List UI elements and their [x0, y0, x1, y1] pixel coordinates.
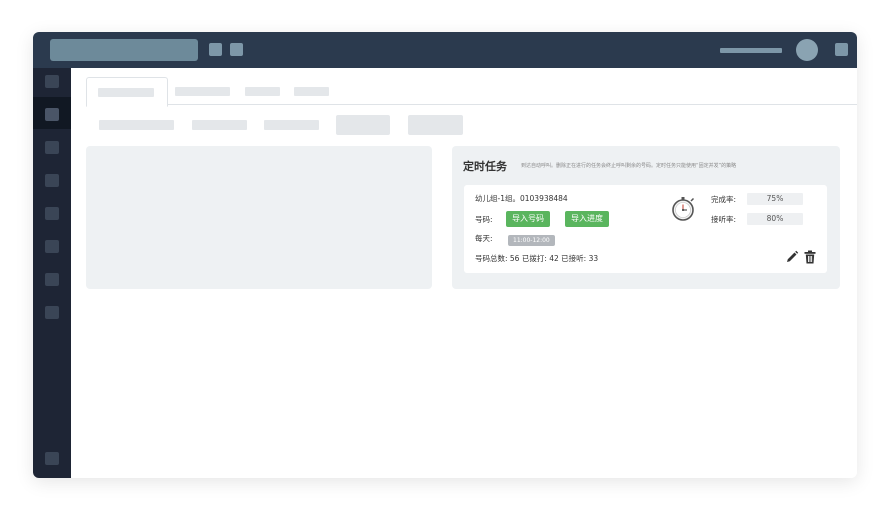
- tab-divider: [86, 104, 857, 105]
- panel-description: 到达自动呼叫。删除正在进行的任务会终止呼叫剩余的号码。定时任务只能使用“固定并发…: [521, 163, 737, 169]
- scheduled-task-panel: 定时任务 到达自动呼叫。删除正在进行的任务会终止呼叫剩余的号码。定时任务只能使用…: [452, 146, 840, 289]
- trash-icon[interactable]: [802, 249, 818, 265]
- filter-placeholder-3: [264, 120, 319, 130]
- sidebar-item-7[interactable]: [45, 273, 59, 286]
- search-bar-placeholder[interactable]: [50, 39, 198, 61]
- user-name-placeholder: [720, 48, 782, 53]
- panel-title: 定时任务: [463, 160, 507, 173]
- left-panel-placeholder: [86, 146, 432, 289]
- filter-placeholder-2: [192, 120, 247, 130]
- avatar[interactable]: [796, 39, 818, 61]
- tab-active-label-placeholder: [98, 88, 154, 97]
- import-progress-button[interactable]: 导入进度: [565, 211, 609, 227]
- task-name: 幼儿组-1组。0103938484: [475, 194, 568, 203]
- number-label: 号码:: [475, 215, 493, 224]
- time-range-badge: 11:00-12:00: [508, 235, 555, 246]
- tab-3[interactable]: [245, 87, 280, 96]
- tab-2[interactable]: [175, 87, 230, 96]
- pencil-icon[interactable]: [784, 249, 800, 265]
- tab-active[interactable]: [86, 77, 168, 107]
- top-bar: [33, 32, 857, 68]
- sidebar-item-3[interactable]: [45, 141, 59, 154]
- sidebar-item-1[interactable]: [45, 75, 59, 88]
- completion-rate-label: 完成率:: [711, 195, 737, 204]
- sidebar: [33, 68, 71, 478]
- filter-button-2[interactable]: [408, 115, 463, 135]
- sidebar-item-6[interactable]: [45, 240, 59, 253]
- sidebar-item-5[interactable]: [45, 207, 59, 220]
- filter-placeholder-1: [99, 120, 174, 130]
- sidebar-item-8[interactable]: [45, 306, 59, 319]
- sidebar-item-4[interactable]: [45, 174, 59, 187]
- app-window: 定时任务 到达自动呼叫。删除正在进行的任务会终止呼叫剩余的号码。定时任务只能使用…: [33, 32, 857, 478]
- main-content: 定时任务 到达自动呼叫。删除正在进行的任务会终止呼叫剩余的号码。定时任务只能使用…: [71, 68, 857, 478]
- completion-rate-value: 75%: [747, 193, 803, 205]
- menu-button[interactable]: [835, 43, 848, 56]
- stopwatch-icon: [672, 197, 695, 221]
- sidebar-item-bottom[interactable]: [45, 452, 59, 465]
- toolbar-button-1[interactable]: [209, 43, 222, 56]
- answer-rate-value: 80%: [747, 213, 803, 225]
- daily-label: 每天:: [475, 234, 493, 243]
- task-stats: 号码总数: 56 已拨打: 42 已接听: 33: [475, 254, 599, 263]
- filter-button-1[interactable]: [336, 115, 390, 135]
- import-numbers-button[interactable]: 导入号码: [506, 211, 550, 227]
- sidebar-item-2[interactable]: [45, 108, 59, 121]
- answer-rate-label: 接听率:: [711, 215, 737, 224]
- tab-4[interactable]: [294, 87, 329, 96]
- task-card: 幼儿组-1组。0103938484 号码: 导入号码 导入进度 每天: 11:0…: [464, 185, 827, 273]
- toolbar-button-2[interactable]: [230, 43, 243, 56]
